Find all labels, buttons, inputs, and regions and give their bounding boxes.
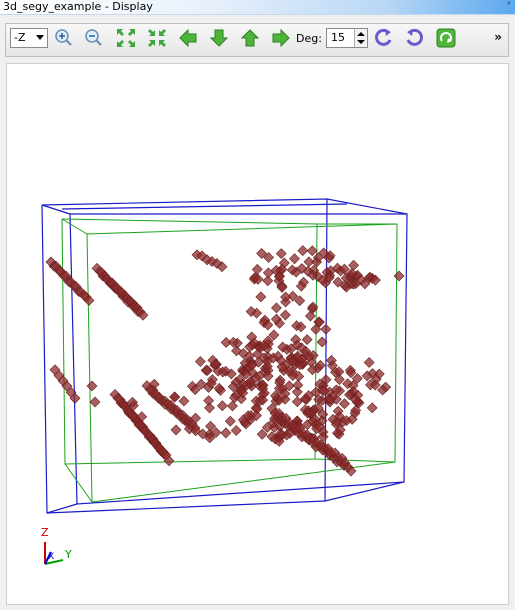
voxel [230, 425, 242, 436]
voxel [348, 259, 360, 271]
axis-triad: Z Y X [41, 526, 72, 565]
voxel [89, 396, 101, 408]
rotate-ccw-icon[interactable] [374, 28, 394, 48]
voxel [178, 395, 190, 407]
spin-up-icon[interactable] [357, 32, 365, 36]
voxel [86, 380, 98, 392]
voxel [262, 275, 274, 287]
voxel [251, 263, 263, 275]
zoom-out-icon[interactable] [84, 28, 104, 48]
voxel [297, 245, 309, 256]
axis-x-label: X [48, 552, 54, 562]
toolbar-overflow-button[interactable]: » [494, 30, 502, 44]
voxel [366, 402, 378, 414]
close-icon[interactable]: ˣ [507, 0, 511, 12]
deg-value: 15 [331, 31, 345, 44]
axis-y-label: Y [64, 548, 72, 561]
voxel [292, 379, 304, 391]
arrow-up-icon[interactable] [240, 28, 260, 48]
voxel [224, 415, 236, 427]
voxel [363, 357, 375, 368]
axis-z-label: Z [41, 526, 49, 539]
voxel [393, 270, 405, 282]
voxel [194, 356, 206, 367]
fit-view-icon[interactable] [116, 28, 136, 48]
voxel [227, 400, 238, 412]
voxel [255, 291, 267, 303]
rotate-cw-icon[interactable] [404, 28, 424, 48]
zoom-in-icon[interactable] [54, 28, 74, 48]
toolbar: -Z Deg: 15 » [5, 23, 509, 57]
voxel [289, 253, 300, 265]
voxel [270, 302, 282, 314]
window-title: 3d_segy_example - Display [3, 0, 153, 13]
deg-label: Deg: [296, 32, 322, 45]
voxel [303, 256, 315, 268]
spin-down-icon[interactable] [357, 40, 365, 44]
arrow-right-icon[interactable] [271, 28, 291, 48]
reset-view-icon[interactable] [436, 28, 456, 48]
voxel [301, 334, 313, 346]
voxel [201, 365, 213, 376]
view-direction-select[interactable]: -Z [10, 28, 48, 48]
voxel [320, 323, 332, 335]
deg-spinbox[interactable]: 15 [326, 28, 368, 48]
voxel [216, 400, 228, 412]
voxel [339, 398, 350, 410]
spin-buttons[interactable] [354, 29, 367, 47]
view-direction-value: -Z [14, 31, 26, 44]
voxel-cloud [45, 245, 405, 477]
voxel [220, 427, 232, 439]
voxel [306, 245, 318, 257]
voxel [279, 309, 291, 321]
voxel [204, 402, 215, 414]
voxel [170, 424, 182, 436]
3d-viewport[interactable]: Z Y X [6, 63, 509, 605]
title-bar: 3d_segy_example - Display ˣ [0, 0, 515, 15]
3d-scene[interactable]: Z Y X [7, 64, 510, 606]
arrow-left-icon[interactable] [178, 28, 198, 48]
arrow-down-icon[interactable] [209, 28, 229, 48]
outer-bounding-box [41, 198, 408, 514]
chevron-down-icon [36, 35, 44, 40]
shrink-view-icon[interactable] [147, 28, 167, 48]
voxel [275, 248, 287, 260]
